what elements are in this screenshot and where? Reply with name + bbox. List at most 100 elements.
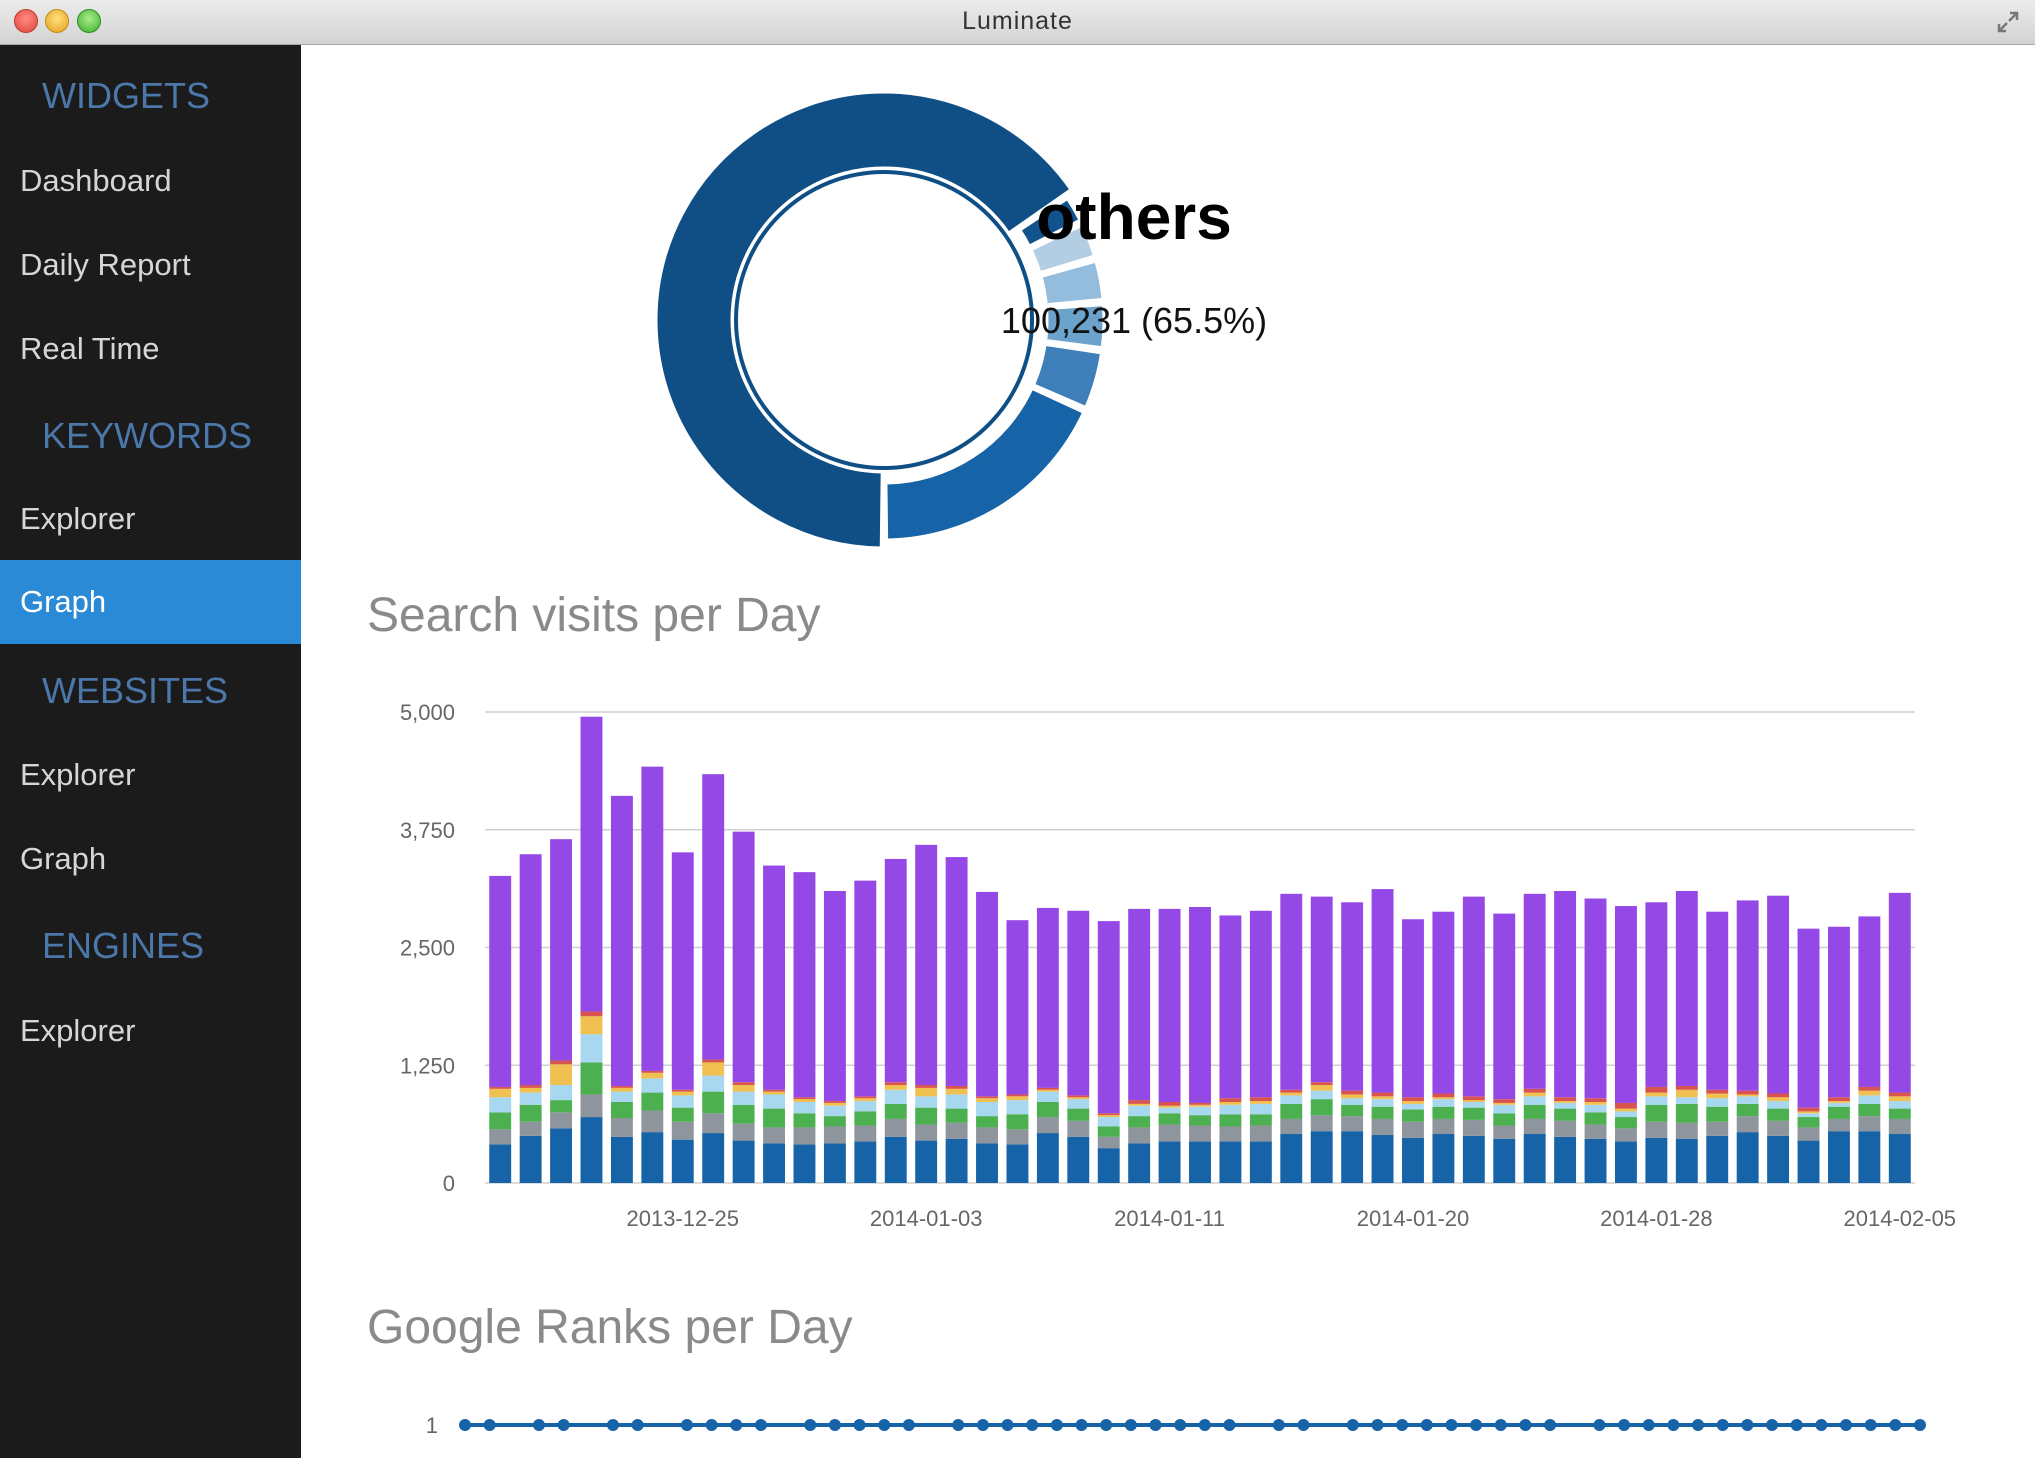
bar-segment	[1797, 1117, 1820, 1128]
bar-segment	[1675, 1122, 1698, 1139]
sidebar-item-websites-explorer[interactable]: Explorer	[0, 733, 301, 817]
x-tick-label: 2014-01-11	[1114, 1206, 1225, 1231]
bar-segment	[1827, 1106, 1850, 1119]
bar-segment	[702, 774, 725, 1060]
rank-point	[557, 1419, 570, 1431]
bar-segment	[732, 1140, 755, 1183]
bar-segment	[854, 1096, 877, 1099]
bar-segment	[580, 1117, 603, 1183]
rank-point	[1026, 1419, 1039, 1431]
bar-segment	[489, 875, 512, 1087]
bar-segment	[519, 1087, 542, 1093]
bar-segment	[641, 1132, 664, 1183]
bar-segment	[1523, 1088, 1546, 1093]
bar-segment	[1858, 1086, 1881, 1091]
fullscreen-icon[interactable]	[1995, 9, 2021, 35]
bar-segment	[1249, 1101, 1272, 1104]
bar-segment	[1097, 1148, 1120, 1183]
rank-point	[1420, 1419, 1433, 1431]
bar-segment	[1371, 1134, 1394, 1183]
bar-segment	[793, 1099, 816, 1102]
rank-point	[1864, 1419, 1877, 1431]
bar-segment	[976, 1143, 998, 1183]
sidebar-item-dashboard[interactable]: Dashboard	[0, 139, 301, 223]
sidebar-item-daily-report[interactable]: Daily Report	[0, 223, 301, 307]
bar-segment	[702, 1075, 725, 1092]
bar-segment	[1767, 1120, 1790, 1136]
bar-segment	[793, 1097, 816, 1100]
bar-segment	[1219, 915, 1242, 1099]
donut-center-label: others	[1036, 181, 1232, 253]
bar-segment	[1158, 1107, 1181, 1114]
sidebar-item-keywords-explorer[interactable]: Explorer	[0, 477, 301, 561]
bar-segment	[580, 1034, 603, 1063]
bar-segment	[1128, 1105, 1151, 1117]
bar-segment	[1371, 1099, 1394, 1107]
bar-segment	[1827, 1102, 1850, 1107]
bar-segment	[1067, 1136, 1090, 1183]
bar-segment	[1189, 1141, 1211, 1183]
rank-point	[1716, 1419, 1729, 1431]
rank-point	[730, 1419, 743, 1431]
bar-segment	[641, 1092, 664, 1111]
bar-segment	[854, 1111, 877, 1126]
bar-segment	[1797, 928, 1820, 1108]
section-title-widgets: WIDGETS	[42, 75, 210, 116]
bar-segment	[1736, 1094, 1759, 1097]
sidebar-item-real-time[interactable]: Real Time	[0, 307, 301, 391]
bar-segment	[945, 1088, 968, 1095]
bar-segment	[1097, 1113, 1120, 1116]
bar-segment	[1097, 921, 1120, 1114]
bar-segment	[1280, 1092, 1303, 1096]
bar-segment	[945, 1085, 968, 1089]
rank-point	[1593, 1419, 1606, 1431]
bar-segment	[1797, 1111, 1820, 1114]
bar-segment	[1097, 1117, 1120, 1127]
rank-point	[606, 1419, 619, 1431]
rank-point	[1618, 1419, 1631, 1431]
sidebar-item-engines-explorer[interactable]: Explorer	[0, 989, 301, 1073]
bar-segment	[610, 1101, 633, 1119]
sidebar-item-keywords-graph[interactable]: Graph	[0, 560, 301, 644]
bar-segment	[1827, 1101, 1850, 1103]
rank-point	[1692, 1419, 1705, 1431]
rank-point	[1100, 1419, 1113, 1431]
bar-segment	[854, 880, 877, 1097]
bar-segment	[1280, 1103, 1303, 1119]
bar-segment	[1584, 1098, 1607, 1102]
bar-segment	[1615, 1117, 1637, 1129]
donut-center-value: 100,231 (65.5%)	[1000, 300, 1268, 341]
rank-point	[1198, 1419, 1211, 1431]
sidebar-item-websites-graph[interactable]: Graph	[0, 817, 301, 901]
bar-segment	[1462, 1107, 1485, 1120]
bar-segment	[1249, 1103, 1272, 1115]
bar-segment	[1036, 1087, 1059, 1090]
bar-segment	[1462, 896, 1485, 1097]
bar-segment	[519, 1085, 542, 1088]
bar-segment	[1189, 1102, 1211, 1105]
bar-segment	[854, 1101, 877, 1112]
bar-segment	[519, 1104, 542, 1122]
bar-segment	[1858, 1095, 1881, 1104]
bar-segment	[1827, 1118, 1850, 1132]
bar-segment	[1615, 1141, 1637, 1183]
bar-segment	[1523, 1134, 1546, 1183]
bar-segment	[1067, 1108, 1090, 1121]
bar-segment	[1128, 908, 1151, 1101]
bar-segment	[519, 1121, 542, 1136]
bar-segment	[1523, 1096, 1546, 1105]
bar-segment	[489, 1097, 512, 1113]
rank-point	[1470, 1419, 1483, 1431]
bar-segment	[884, 1136, 907, 1183]
rank-point	[1840, 1419, 1853, 1431]
bar-segment	[489, 1112, 512, 1130]
bar-segment	[1067, 1099, 1090, 1109]
rank-point	[1297, 1419, 1310, 1431]
bar-segment	[1584, 898, 1607, 1099]
bar-segment	[1006, 1129, 1029, 1145]
rank-point	[976, 1419, 989, 1431]
bar-segment	[610, 1091, 633, 1102]
bar-segment	[1736, 1132, 1759, 1183]
bar-segment	[1767, 895, 1790, 1094]
bar-segment	[1128, 1100, 1151, 1104]
